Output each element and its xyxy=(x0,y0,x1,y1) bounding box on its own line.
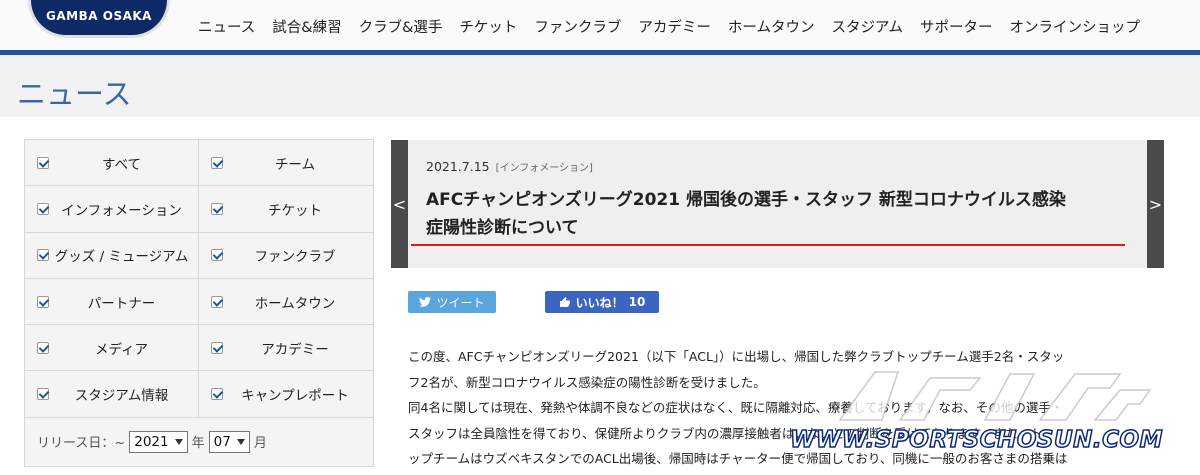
nav-item-news[interactable]: ニュース xyxy=(198,16,255,37)
release-label: リリース日：~ xyxy=(37,436,126,452)
main-nav: ニュース 試合&練習 クラブ&選手 チケット ファンクラブ アカデミー ホームタ… xyxy=(198,16,1157,37)
prev-article-button[interactable]: < xyxy=(391,140,408,268)
nav-item-fanclub[interactable]: ファンクラブ xyxy=(534,16,621,37)
filter-goods-museum[interactable]: グッズ / ミュージアム xyxy=(25,232,199,279)
filter-label: チケット xyxy=(268,202,322,219)
filter-partner[interactable]: パートナー xyxy=(25,278,199,326)
filter-label: キャンプレポート xyxy=(241,388,349,405)
filter-label: インフォメーション xyxy=(61,202,182,219)
nav-item-hometown[interactable]: ホームタウン xyxy=(728,16,815,37)
facebook-like-button[interactable]: いいね！ 10 xyxy=(545,291,659,313)
like-count: 10 xyxy=(628,295,646,309)
category-grid: すべて チーム インフォメーション チケット グッズ / ミュージアム ファンク… xyxy=(25,140,373,418)
body-line: この度、AFCチャンピオンズリーグ2021（以下「ACL」）に出場し、帰国した弊… xyxy=(408,349,1065,364)
nav-item-online-shop[interactable]: オンラインショップ xyxy=(1009,16,1140,37)
filter-label: すべて xyxy=(101,156,141,173)
page-heading-band: ニュース xyxy=(0,55,1200,117)
article-meta: 2021.7.15 [インフォメーション] xyxy=(426,159,593,174)
nav-item-tickets[interactable]: チケット xyxy=(459,16,517,37)
filter-media[interactable]: メディア xyxy=(25,325,199,372)
category-filter-panel: すべて チーム インフォメーション チケット グッズ / ミュージアム ファンク… xyxy=(24,139,374,467)
filter-label: メディア xyxy=(94,341,149,358)
filter-camp-report[interactable]: キャンプレポート xyxy=(199,371,373,418)
filter-label: ホームタウン xyxy=(254,295,336,312)
watermark-url: WWW.SPORTSCHOSUN.COM xyxy=(789,426,1163,454)
body-line: フ2名が、新型コロナウイルス感染症の陽性診断を受けました。 xyxy=(408,374,766,390)
like-label: いいね！ xyxy=(575,295,624,310)
nav-item-club[interactable]: クラブ&選手 xyxy=(359,16,443,37)
article-header: < 2021.7.15 [インフォメーション] AFCチャンピオンズリーグ2021… xyxy=(391,140,1164,268)
filter-stadium-info[interactable]: スタジアム情報 xyxy=(25,371,199,418)
filter-label: パートナー xyxy=(87,295,156,312)
checkbox-checked-icon[interactable] xyxy=(37,156,49,169)
year-suffix: 年 xyxy=(191,436,205,452)
filter-label: グッズ / ミュージアム xyxy=(54,249,189,266)
tweet-label: ツイート xyxy=(436,295,485,310)
nav-item-academy[interactable]: アカデミー xyxy=(638,16,711,37)
club-logo[interactable]: GAMBA OSAKA xyxy=(28,0,170,38)
year-value: 2021 xyxy=(134,433,169,450)
filter-label: ファンクラブ xyxy=(254,249,336,266)
nav-item-matches[interactable]: 試合&練習 xyxy=(272,16,341,37)
checkbox-checked-icon[interactable] xyxy=(211,156,223,169)
checkbox-checked-icon[interactable] xyxy=(37,341,49,354)
checkbox-checked-icon[interactable] xyxy=(37,249,49,262)
filter-information[interactable]: インフォメーション xyxy=(25,186,199,233)
article-date: 2021.7.15 xyxy=(426,159,490,174)
filter-team[interactable]: チーム xyxy=(199,140,373,187)
thumbs-up-icon xyxy=(559,297,570,307)
month-select[interactable]: 07 xyxy=(208,430,250,453)
month-value: 07 xyxy=(213,433,231,450)
logo-text: GAMBA OSAKA xyxy=(46,8,152,23)
page-title: ニュース xyxy=(17,77,132,111)
filter-label: チーム xyxy=(274,156,316,173)
body-line: 同4名に関しては現在、発熱や体調不良などの症状はなく、既に隔離対応、療養しており… xyxy=(408,400,1064,415)
checkbox-checked-icon[interactable] xyxy=(211,388,223,401)
nav-item-supporter[interactable]: サポーター xyxy=(920,16,993,37)
checkbox-checked-icon[interactable] xyxy=(37,388,49,401)
chevron-down-icon xyxy=(236,438,245,445)
title-underline xyxy=(411,244,1125,246)
filter-fanclub[interactable]: ファンクラブ xyxy=(199,232,373,279)
release-date-filter: リリース日：~ 2021 年 07 月 xyxy=(25,418,373,466)
filter-academy[interactable]: アカデミー xyxy=(199,325,373,372)
checkbox-checked-icon[interactable] xyxy=(37,295,49,308)
article-title: AFCチャンピオンズリーグ2021 帰国後の選手・スタッフ 新型コロナウイルス感… xyxy=(426,186,1126,242)
checkbox-checked-icon[interactable] xyxy=(211,202,223,215)
year-select[interactable]: 2021 xyxy=(129,430,188,453)
chevron-down-icon xyxy=(174,438,183,445)
chevron-right-icon: > xyxy=(1148,194,1163,214)
article-title-line: AFCチャンピオンズリーグ2021 帰国後の選手・スタッフ 新型コロナウイルス感… xyxy=(426,190,1066,210)
checkbox-checked-icon[interactable] xyxy=(211,249,223,262)
filter-all[interactable]: すべて xyxy=(25,140,199,187)
filter-label: スタジアム情報 xyxy=(74,388,169,405)
chevron-left-icon: < xyxy=(392,194,407,214)
tweet-button[interactable]: ツイート xyxy=(408,291,496,313)
checkbox-checked-icon[interactable] xyxy=(211,295,223,308)
month-suffix: 月 xyxy=(253,436,267,452)
filter-hometown[interactable]: ホームタウン xyxy=(199,278,373,326)
checkbox-checked-icon[interactable] xyxy=(37,202,49,215)
site-header: GAMBA OSAKA ニュース 試合&練習 クラブ&選手 チケット ファンクラ… xyxy=(0,0,1200,52)
twitter-bird-icon xyxy=(419,297,432,307)
checkbox-checked-icon[interactable] xyxy=(211,341,223,354)
article-title-line: 症陽性診断について xyxy=(426,218,579,238)
filter-ticket[interactable]: チケット xyxy=(199,186,373,233)
next-article-button[interactable]: > xyxy=(1147,140,1164,268)
nav-item-stadium[interactable]: スタジアム xyxy=(831,16,903,37)
article-category: [インフォメーション] xyxy=(495,163,593,174)
filter-label: アカデミー xyxy=(261,341,329,358)
